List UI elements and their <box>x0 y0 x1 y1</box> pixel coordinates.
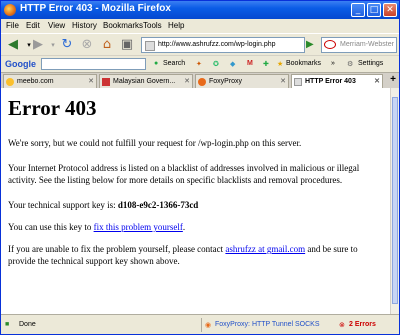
bookmark-star-icon: ★ <box>277 61 284 68</box>
settings-button[interactable]: Settings <box>358 60 383 67</box>
home-icon[interactable]: ⌂ <box>99 37 115 53</box>
paragraph-support-key: Your technical support key is: d108-e9c2… <box>8 200 199 210</box>
page-heading: Error 403 <box>8 96 97 120</box>
paragraph-blacklist: Your Internet Protocol address is listed… <box>8 163 360 185</box>
menu-edit[interactable]: Edit <box>26 21 40 30</box>
foxyproxy-favicon-icon <box>198 78 206 86</box>
search-engine-icon[interactable] <box>324 40 336 49</box>
tab-http-error[interactable]: HTTP Error 403 ✕ <box>291 74 383 88</box>
menu-bookmarks[interactable]: Bookmarks <box>103 21 143 30</box>
menu-bar: File Edit View History Bookmarks Tools H… <box>1 19 399 33</box>
print-icon[interactable]: ▣ <box>119 37 135 53</box>
paragraph-request: We're sorry, but we could not fulfill yo… <box>8 138 302 148</box>
gov-favicon-icon <box>102 78 110 86</box>
toolbar-icon-4[interactable]: ✚ <box>263 60 269 68</box>
url-text: http://www.ashrufzz.com/wp-login.php <box>158 41 276 48</box>
url-bar[interactable]: http://www.ashrufzz.com/wp-login.php <box>141 37 305 53</box>
wrench-icon: ⚙ <box>347 61 354 68</box>
tab-meebo[interactable]: meebo.com ✕ <box>3 74 97 88</box>
meebo-favicon-icon <box>6 78 14 86</box>
new-tab-button[interactable]: + <box>390 74 396 85</box>
title-bar[interactable]: HTTP Error 403 - Mozilla Firefox _ □ ✕ <box>1 1 399 19</box>
minimize-button[interactable]: _ <box>351 3 365 17</box>
error-icon[interactable]: ⊗ <box>339 321 345 329</box>
paragraph-contact: If you are unable to fix the problem you… <box>8 244 358 266</box>
page-content: Error 403 We're sorry, but we could not … <box>1 88 390 314</box>
status-divider <box>201 318 202 332</box>
status-text: Done <box>19 321 36 328</box>
fix-problem-link[interactable]: fix this problem yourself <box>94 222 183 232</box>
status-bar: ■ Done ◉ FoxyProxy: HTTP Tunnel SOCKS ⊗ … <box>1 314 399 334</box>
close-button[interactable]: ✕ <box>383 3 397 17</box>
google-toolbar: Google ● Search ✦ ✪ ◆ M ✚ ★ Bookmarks » … <box>1 55 399 73</box>
foxyproxy-status[interactable]: FoxyProxy: HTTP Tunnel SOCKS <box>215 321 320 328</box>
forward-arrow-icon[interactable]: ▶ <box>30 37 46 53</box>
support-key: d108-e9c2-1366-73cd <box>117 200 199 210</box>
google-search-icon: ● <box>154 60 159 67</box>
toolbar-icon-3[interactable]: ◆ <box>230 60 235 68</box>
tab-close-icon[interactable]: ✕ <box>280 75 286 88</box>
page-favicon-icon <box>294 78 302 86</box>
menu-file[interactable]: File <box>6 21 19 30</box>
firefox-icon <box>4 4 16 16</box>
stop-icon[interactable]: ⊗ <box>79 37 95 53</box>
window-title: HTTP Error 403 - Mozilla Firefox <box>20 3 171 14</box>
menu-help[interactable]: Help <box>168 21 184 30</box>
error-count[interactable]: 2 Errors <box>349 321 376 328</box>
back-arrow-icon[interactable]: ◀ <box>5 37 21 53</box>
google-search-button[interactable]: Search <box>163 60 185 67</box>
tab-close-icon[interactable]: ✕ <box>88 75 94 88</box>
toolbar-icon-1[interactable]: ✦ <box>196 60 202 68</box>
menu-view[interactable]: View <box>48 21 65 30</box>
reload-icon[interactable]: ↻ <box>59 37 75 53</box>
browser-window: HTTP Error 403 - Mozilla Firefox _ □ ✕ F… <box>0 0 400 335</box>
google-bookmarks-button[interactable]: Bookmarks <box>286 60 321 67</box>
tab-foxyproxy[interactable]: FoxyProxy ✕ <box>195 74 289 88</box>
menu-history[interactable]: History <box>72 21 97 30</box>
site-favicon-icon <box>145 41 155 51</box>
scrollbar-thumb[interactable] <box>392 97 398 304</box>
search-input[interactable]: Merriam-Webster <box>321 37 397 53</box>
gmail-icon[interactable]: M <box>247 60 253 67</box>
toolbar-icon-2[interactable]: ✪ <box>213 60 219 68</box>
tab-malaysian-gov[interactable]: Malaysian Govern... ✕ <box>99 74 193 88</box>
tab-close-icon[interactable]: ✕ <box>184 75 190 88</box>
page-status-icon: ■ <box>5 321 10 328</box>
go-icon[interactable]: ▶ <box>306 38 318 52</box>
contact-email-link[interactable]: ashrufzz at gmail.com <box>225 244 305 254</box>
vertical-scrollbar[interactable] <box>390 88 399 314</box>
paragraph-fix: You can use this key to fix this problem… <box>8 222 186 232</box>
google-search-input[interactable] <box>41 58 146 70</box>
navigation-toolbar: ◀ ▾ ▶ ▾ ↻ ⊗ ⌂ ▣ http://www.ashrufzz.com/… <box>1 33 399 56</box>
search-placeholder: Merriam-Webster <box>340 41 394 48</box>
maximize-button[interactable]: □ <box>367 3 381 17</box>
menu-tools[interactable]: Tools <box>143 21 162 30</box>
foxyproxy-status-icon[interactable]: ◉ <box>205 321 211 329</box>
tab-bar: meebo.com ✕ Malaysian Govern... ✕ FoxyPr… <box>1 72 399 89</box>
google-logo: Google <box>5 59 36 69</box>
tab-close-icon[interactable]: ✕ <box>374 75 380 88</box>
toolbar-more-button[interactable]: » <box>331 60 335 67</box>
